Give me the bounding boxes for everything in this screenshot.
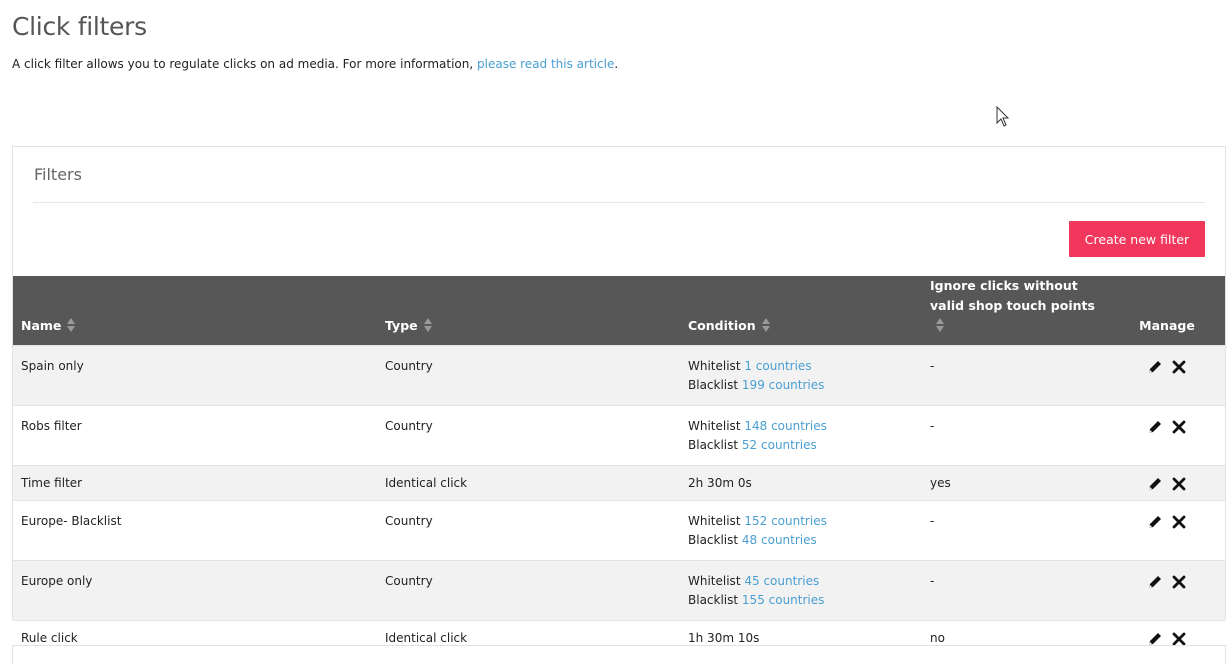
sort-icon[interactable] <box>67 317 76 333</box>
cell-type: Country <box>377 345 680 406</box>
cell-condition: 2h 30m 0s <box>680 465 922 501</box>
whitelist-label: Whitelist <box>688 574 741 588</box>
cell-ignore: yes <box>922 465 1109 501</box>
column-header-label: Ignore clicks without <box>930 278 1078 293</box>
column-header-ignore[interactable]: Ignore clicks without valid shop touch po… <box>922 276 1109 346</box>
close-icon[interactable] <box>1171 359 1187 375</box>
cell-type: Country <box>377 500 680 561</box>
whitelist-countries-link[interactable]: 148 countries <box>744 419 826 433</box>
column-header-label: Name <box>21 318 62 333</box>
column-header-name[interactable]: Name <box>13 276 377 346</box>
sort-icon[interactable] <box>761 317 771 333</box>
intro-text-end: . <box>614 57 619 71</box>
cell-name: Time filter <box>13 465 377 501</box>
close-icon[interactable] <box>1171 476 1187 492</box>
cell-type: Identical click <box>377 465 680 501</box>
cell-manage <box>1109 560 1225 621</box>
column-header-condition[interactable]: Condition <box>680 276 922 346</box>
column-header-label: Condition <box>688 318 756 333</box>
blacklist-label: Blacklist <box>688 593 739 607</box>
whitelist-countries-link[interactable]: 45 countries <box>744 574 819 588</box>
cell-name: Europe- Blacklist <box>13 500 377 561</box>
whitelist-countries-link[interactable]: 1 countries <box>744 359 811 373</box>
intro-text-body: A click filter allows you to regulate cl… <box>12 57 477 71</box>
create-new-filter-button[interactable]: Create new filter <box>1069 221 1205 257</box>
cell-ignore: - <box>922 345 1109 406</box>
whitelist-countries-link[interactable]: 152 countries <box>744 514 826 528</box>
blacklist-countries-link[interactable]: 52 countries <box>742 438 817 452</box>
table-row: Robs filter Country Whitelist 148 countr… <box>13 405 1225 466</box>
blacklist-label: Blacklist <box>688 378 739 392</box>
cell-condition: Whitelist 1 countries Blacklist 199 coun… <box>680 345 922 406</box>
filters-table: Name Type Condition Ignore clicks withou… <box>13 276 1225 656</box>
page-title: Click filters <box>12 12 147 41</box>
cell-manage <box>1109 500 1225 561</box>
next-panel <box>12 645 1226 664</box>
cell-condition: Whitelist 152 countries Blacklist 48 cou… <box>680 500 922 561</box>
cell-type: Country <box>377 405 680 466</box>
pencil-icon[interactable] <box>1147 514 1163 530</box>
table-row: Europe only Country Whitelist 45 countri… <box>13 560 1225 621</box>
cell-manage <box>1109 345 1225 406</box>
close-icon[interactable] <box>1171 514 1187 530</box>
blacklist-countries-link[interactable]: 155 countries <box>742 593 824 607</box>
cell-manage <box>1109 405 1225 466</box>
pencil-icon[interactable] <box>1147 419 1163 435</box>
filters-panel: Filters Create new filter Name Type Cond… <box>12 146 1226 656</box>
table-row: Time filter Identical click 2h 30m 0s ye… <box>13 465 1225 501</box>
cell-name: Robs filter <box>13 405 377 466</box>
sort-icon[interactable] <box>423 317 433 333</box>
cell-ignore: - <box>922 560 1109 621</box>
close-icon[interactable] <box>1171 574 1187 590</box>
panel-title: Filters <box>34 165 82 184</box>
whitelist-label: Whitelist <box>688 514 741 528</box>
column-header-type[interactable]: Type <box>377 276 680 346</box>
cell-name: Spain only <box>13 345 377 406</box>
close-icon[interactable] <box>1171 419 1187 435</box>
pencil-icon[interactable] <box>1147 574 1163 590</box>
read-article-link[interactable]: please read this article <box>477 57 614 71</box>
blacklist-countries-link[interactable]: 48 countries <box>742 533 817 547</box>
table-row: Europe- Blacklist Country Whitelist 152 … <box>13 500 1225 561</box>
blacklist-label: Blacklist <box>688 533 739 547</box>
pencil-icon[interactable] <box>1147 359 1163 375</box>
cell-condition: Whitelist 45 countries Blacklist 155 cou… <box>680 560 922 621</box>
blacklist-countries-link[interactable]: 199 countries <box>742 378 824 392</box>
column-header-label: Type <box>385 318 418 333</box>
cell-name: Europe only <box>13 560 377 621</box>
table-row: Spain only Country Whitelist 1 countries… <box>13 345 1225 406</box>
cell-ignore: - <box>922 500 1109 561</box>
cell-manage <box>1109 465 1225 501</box>
cell-type: Country <box>377 560 680 621</box>
divider <box>33 202 1205 203</box>
whitelist-label: Whitelist <box>688 419 741 433</box>
table-header-row: Name Type Condition Ignore clicks withou… <box>13 276 1225 346</box>
mouse-pointer-icon <box>996 106 1010 127</box>
pencil-icon[interactable] <box>1147 476 1163 492</box>
blacklist-label: Blacklist <box>688 438 739 452</box>
sort-icon[interactable] <box>936 317 945 333</box>
cell-condition: Whitelist 148 countries Blacklist 52 cou… <box>680 405 922 466</box>
cell-ignore: - <box>922 405 1109 466</box>
column-header-label: valid shop touch points <box>930 298 1095 313</box>
whitelist-label: Whitelist <box>688 359 741 373</box>
column-header-manage: Manage <box>1139 318 1195 333</box>
intro-text: A click filter allows you to regulate cl… <box>12 57 618 71</box>
